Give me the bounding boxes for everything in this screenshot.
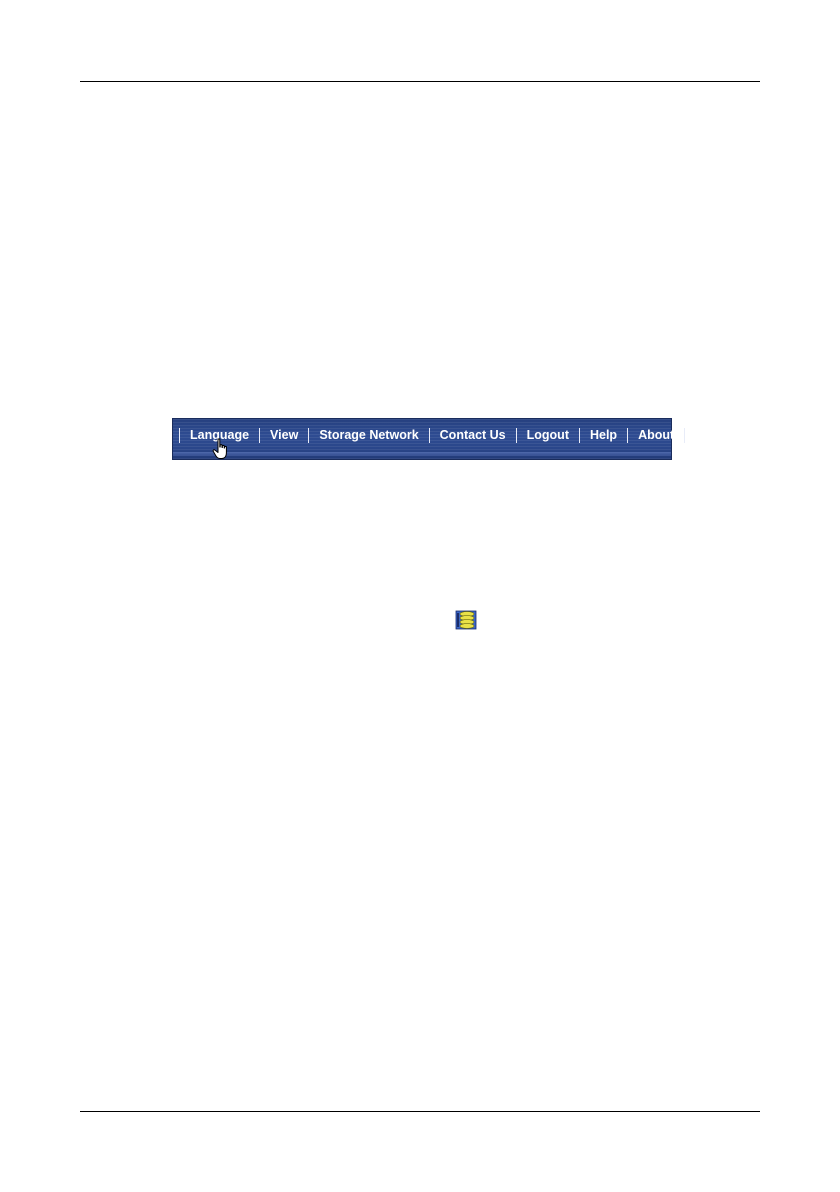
menu-item-storage-network[interactable]: Storage Network — [309, 426, 428, 444]
storage-stack-icon — [455, 610, 477, 630]
menu-items: Language View Storage Network Contact Us… — [179, 426, 686, 444]
menu-bar: Language View Storage Network Contact Us… — [172, 418, 686, 460]
menu-item-about[interactable]: About — [628, 426, 684, 444]
header-rule — [80, 81, 760, 82]
menu-item-logout[interactable]: Logout — [517, 426, 579, 444]
hand-pointer-icon — [212, 438, 227, 459]
menu-separator — [684, 427, 686, 443]
menu-item-help[interactable]: Help — [580, 426, 627, 444]
menu-item-view[interactable]: View — [260, 426, 308, 444]
menu-item-contact-us[interactable]: Contact Us — [430, 426, 516, 444]
footer-rule — [80, 1111, 760, 1112]
